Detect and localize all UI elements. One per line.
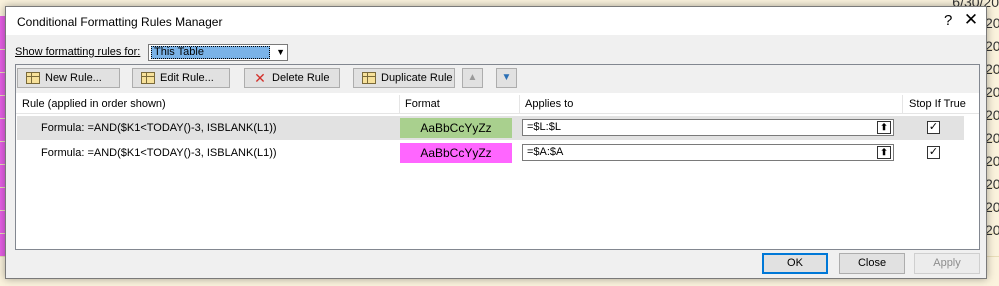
ok-button[interactable]: OK [762,253,828,274]
stop-if-true-checkbox[interactable]: ✓ [927,121,940,134]
applies-to-value: =$A:$A [527,146,564,158]
new-rule-button[interactable]: New Rule... [17,68,120,88]
background-cells: 20 20 20 20 20 20 20 20 20 20 [985,12,999,242]
arrow-up-icon: ▲ [467,72,478,83]
column-divider [399,95,400,113]
rules-panel: New Rule... Edit Rule... ✕ Delete Rule D… [15,64,980,250]
rule-description: Formula: =AND($K1<TODAY()-3, ISBLANK(L1)… [41,147,277,159]
rule-row[interactable]: Formula: =AND($K1<TODAY()-3, ISBLANK(L1)… [17,141,964,165]
new-rule-label: New Rule... [45,72,102,84]
background-cell: 20 [985,222,999,238]
format-preview: AaBbCcYyZz [400,118,512,138]
collapse-range-icon[interactable]: ⬆ [877,121,891,134]
move-up-button[interactable]: ▲ [462,68,483,88]
close-button[interactable]: Close [839,253,905,274]
column-header-applies-to: Applies to [525,98,574,110]
duplicate-rule-label: Duplicate Rule [381,72,453,84]
arrow-down-icon: ▼ [501,72,512,83]
duplicate-rule-icon [362,72,376,84]
rule-row[interactable]: Formula: =AND($K1<TODAY()-3, ISBLANK(L1)… [17,116,964,140]
scope-dropdown[interactable]: This Table ▼ [148,44,288,61]
new-rule-icon [26,72,40,84]
background-cell: 20 [985,61,999,77]
applies-to-field[interactable]: =$A:$A ⬆ [522,144,894,161]
applies-to-value: =$L:$L [527,121,561,133]
close-icon[interactable]: ✕ [961,10,981,30]
help-icon[interactable]: ? [944,12,952,29]
delete-rule-button[interactable]: ✕ Delete Rule [244,68,340,88]
edit-rule-label: Edit Rule... [160,72,214,84]
rule-description: Formula: =AND($K1<TODAY()-3, ISBLANK(L1)… [41,122,277,134]
column-divider [519,95,520,113]
show-rules-label: Show formatting rules for: [15,46,140,58]
show-rules-label-text: Show formatting rules for: [15,46,141,58]
scope-dropdown-value: This Table [151,46,270,59]
background-cell: 20 [985,107,999,123]
format-preview: AaBbCcYyZz [400,143,512,163]
applies-to-field[interactable]: =$L:$L ⬆ [522,119,894,136]
collapse-range-icon[interactable]: ⬆ [877,146,891,159]
title-bar[interactable]: Conditional Formatting Rules Manager ? ✕ [6,7,986,35]
rules-table-header: Rule (applied in order shown) Format App… [16,95,979,114]
chevron-down-icon[interactable]: ▼ [276,45,285,60]
rules-toolbar: New Rule... Edit Rule... ✕ Delete Rule D… [16,65,979,93]
dialog-title: Conditional Formatting Rules Manager [17,15,223,29]
background-cell: 20 [985,38,999,54]
background-cell: 20 [985,199,999,215]
background-cell: 20 [985,176,999,192]
duplicate-rule-button[interactable]: Duplicate Rule [353,68,455,88]
background-cell: 20 [985,153,999,169]
edit-rule-button[interactable]: Edit Rule... [132,68,230,88]
background-cell: 20 [985,84,999,100]
move-down-button[interactable]: ▼ [496,68,517,88]
edit-rule-icon [141,72,155,84]
delete-x-icon: ✕ [254,70,266,86]
apply-button[interactable]: Apply [914,253,980,274]
delete-rule-label: Delete Rule [272,72,330,84]
stop-if-true-checkbox[interactable]: ✓ [927,146,940,159]
column-header-rule: Rule (applied in order shown) [22,98,166,110]
column-divider [902,95,903,113]
background-cell: 20 [985,130,999,146]
column-header-format: Format [405,98,440,110]
column-header-stop-if-true: Stop If True [909,98,966,110]
conditional-formatting-dialog: Conditional Formatting Rules Manager ? ✕… [5,6,987,279]
background-cell: 20 [985,15,999,31]
